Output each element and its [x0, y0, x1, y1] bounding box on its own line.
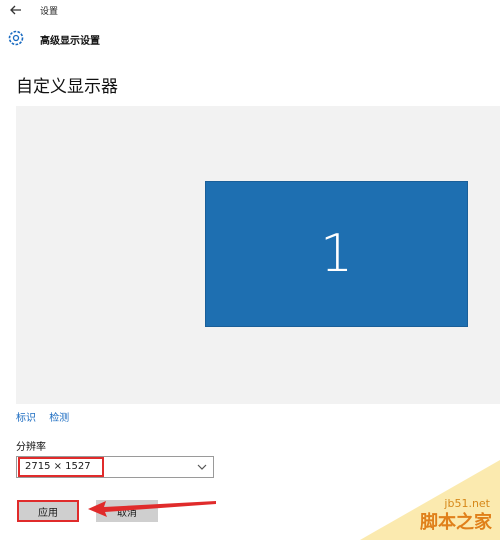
identify-link[interactable]: 标识: [16, 413, 36, 424]
title-bar: 设置: [0, 0, 500, 22]
resolution-value: 2715 × 1527: [25, 461, 91, 472]
watermark-url: jb51.net: [444, 497, 490, 510]
back-arrow-icon[interactable]: [9, 3, 23, 17]
gear-icon: [8, 30, 24, 46]
display-links: 标识 检测: [16, 409, 79, 424]
resolution-dropdown[interactable]: 2715 × 1527: [16, 456, 214, 478]
watermark-name: 脚本之家: [420, 512, 492, 533]
header-title: 高级显示设置: [40, 36, 100, 47]
apply-button[interactable]: 应用: [17, 500, 79, 522]
cancel-button[interactable]: 取消: [96, 500, 158, 522]
settings-header: 高级显示设置: [0, 26, 500, 52]
chevron-down-icon: [197, 464, 207, 470]
display-arrangement-panel: 1: [16, 106, 500, 404]
page-title: 自定义显示器: [16, 77, 118, 97]
watermark: jb51.net 脚本之家: [360, 460, 500, 540]
detect-link[interactable]: 检测: [49, 413, 69, 424]
watermark-background: [360, 460, 500, 540]
monitor-1-tile[interactable]: 1: [205, 181, 468, 327]
resolution-label: 分辨率: [16, 442, 46, 453]
window-title: 设置: [40, 7, 59, 17]
